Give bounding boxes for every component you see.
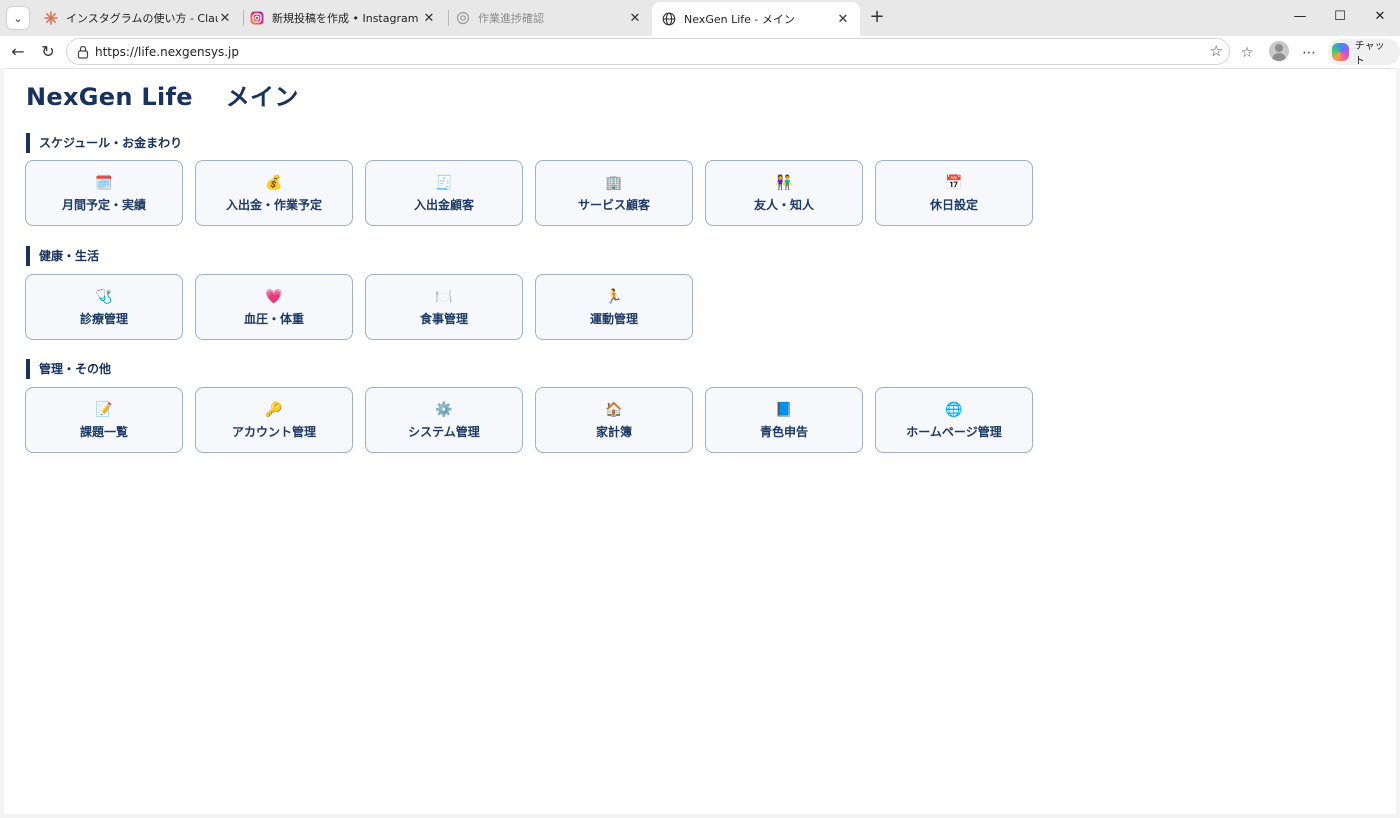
tab-title: NexGen Life - メイン (684, 13, 795, 26)
menu-card-exercise[interactable]: 🏃 運動管理 (535, 274, 693, 340)
menu-card-service-customers[interactable]: 🏢 サービス顧客 (535, 160, 693, 226)
menu-card-friends[interactable]: 👫 友人・知人 (705, 160, 863, 226)
chevron-down-icon: ⌄ (13, 11, 23, 25)
page-viewport: NexGen Life メイン スケジュール・お金まわり 🗓️ 月間予定・実績 … (4, 68, 1396, 814)
menu-card-accounts[interactable]: 🔑 アカウント管理 (195, 387, 353, 453)
receipt-icon: 🧾 (435, 174, 453, 191)
reload-icon: ↻ (41, 42, 55, 61)
menu-card-label: 月間予定・実績 (61, 197, 146, 212)
favorites-icon[interactable]: ☆ (1236, 42, 1258, 64)
tab-actions-menu[interactable]: ⌄ (6, 6, 30, 30)
tab-bar: ⌄ インスタグラムの使い方 - Claude ✕ 新規投稿を作成 • Insta… (0, 0, 1400, 36)
arrow-left-icon: ← (11, 42, 25, 61)
heart-icon: 💗 (265, 288, 283, 305)
money-bag-icon: 💰 (265, 174, 283, 191)
menu-card-label: 食事管理 (419, 311, 468, 326)
menu-card-label: 血圧・体重 (243, 311, 304, 326)
copilot-label: チャット (1354, 41, 1385, 67)
menu-card-label: 運動管理 (589, 311, 638, 326)
people-icon: 👫 (775, 174, 793, 191)
tab-nexgen-active[interactable]: NexGen Life - メイン ✕ (652, 2, 860, 36)
menu-card-system[interactable]: ⚙️ システム管理 (365, 387, 523, 453)
globe-icon: 🌐 (945, 401, 963, 418)
address-toolbar: ← ↻ https://life.nexgensys.jp ☆ ☆ ⋯ (0, 36, 1400, 68)
close-icon[interactable]: ✕ (836, 12, 850, 27)
runner-icon: 🏃 (605, 288, 623, 305)
gear-icon: ⚙️ (435, 401, 453, 418)
menu-card-label: 課題一覧 (79, 424, 128, 439)
menu-card-monthly-schedule[interactable]: 🗓️ 月間予定・実績 (25, 160, 183, 226)
tab-claude[interactable]: インスタグラムの使い方 - Claude ✕ (34, 4, 242, 32)
menu-card-label: 友人・知人 (753, 197, 814, 212)
menu-card-meals[interactable]: 🍽️ 食事管理 (365, 274, 523, 340)
close-icon[interactable]: ✕ (422, 11, 436, 26)
section-heading-health: 健康・生活 (26, 246, 99, 266)
menu-card-label: アカウント管理 (231, 424, 316, 439)
menu-card-label: 家計簿 (595, 424, 632, 439)
address-bar[interactable]: https://life.nexgensys.jp ☆ (66, 38, 1230, 65)
back-button[interactable]: ← (6, 40, 30, 64)
key-icon: 🔑 (265, 401, 283, 418)
reload-button[interactable]: ↻ (36, 40, 60, 64)
menu-card-medical[interactable]: 🩺 診療管理 (25, 274, 183, 340)
favorite-star-icon[interactable]: ☆ (1210, 42, 1223, 60)
menu-card-cashflow-schedule[interactable]: 💰 入出金・作業予定 (195, 160, 353, 226)
tab-progress[interactable]: 作業進捗確認 ✕ (446, 4, 652, 32)
calendar-icon: 🗓️ (95, 174, 113, 191)
new-tab-button[interactable]: + (866, 6, 888, 28)
page-title: NexGen Life メイン (26, 83, 299, 111)
copilot-chat-button[interactable]: チャット (1328, 39, 1400, 67)
menu-card-blood-pressure[interactable]: 💗 血圧・体重 (195, 274, 353, 340)
menu-card-tasks[interactable]: 📝 課題一覧 (25, 387, 183, 453)
profile-avatar[interactable] (1269, 41, 1289, 61)
section-heading-admin: 管理・その他 (26, 359, 111, 379)
stethoscope-icon: 🩺 (95, 288, 113, 305)
window-close-button[interactable]: ✕ (1368, 6, 1392, 28)
menu-card-label: 入出金・作業予定 (225, 197, 322, 212)
menu-card-label: サービス顧客 (577, 197, 650, 212)
openai-logo-icon (456, 11, 470, 25)
menu-card-holiday-settings[interactable]: 📅 休日設定 (875, 160, 1033, 226)
blue-book-icon: 📘 (775, 401, 793, 418)
claude-logo-icon (44, 11, 58, 25)
menu-card-homepage[interactable]: 🌐 ホームページ管理 (875, 387, 1033, 453)
menu-card-label: 入出金顧客 (413, 197, 474, 212)
plate-icon: 🍽️ (435, 288, 453, 305)
copilot-icon (1332, 43, 1349, 61)
house-icon: 🏠 (605, 401, 623, 418)
menu-card-label: 休日設定 (929, 197, 978, 212)
date-calendar-icon: 📅 (945, 174, 963, 191)
office-building-icon: 🏢 (605, 174, 623, 191)
menu-card-cashflow-customers[interactable]: 🧾 入出金顧客 (365, 160, 523, 226)
maximize-button[interactable]: ☐ (1328, 6, 1352, 28)
instagram-logo-icon (250, 11, 264, 25)
menu-card-label: 青色申告 (759, 424, 808, 439)
menu-card-label: システム管理 (408, 424, 480, 439)
menu-card-label: ホームページ管理 (906, 424, 1002, 439)
tab-title: 新規投稿を作成 • Instagram (272, 12, 419, 25)
lock-icon (77, 44, 89, 59)
minimize-button[interactable]: — (1288, 6, 1312, 28)
tab-title: 作業進捗確認 (478, 12, 544, 25)
section-heading-schedule-money: スケジュール・お金まわり (26, 133, 182, 153)
close-icon[interactable]: ✕ (628, 11, 642, 26)
menu-card-label: 診療管理 (79, 311, 128, 326)
menu-card-tax-return[interactable]: 📘 青色申告 (705, 387, 863, 453)
tab-instagram[interactable]: 新規投稿を作成 • Instagram ✕ (240, 4, 446, 32)
menu-card-household-budget[interactable]: 🏠 家計簿 (535, 387, 693, 453)
globe-icon (662, 12, 676, 26)
url-text: https://life.nexgensys.jp (95, 45, 239, 59)
memo-icon: 📝 (95, 401, 113, 418)
close-icon[interactable]: ✕ (218, 11, 232, 26)
tab-title: インスタグラムの使い方 - Claude (66, 12, 218, 25)
more-options-icon[interactable]: ⋯ (1298, 42, 1320, 64)
